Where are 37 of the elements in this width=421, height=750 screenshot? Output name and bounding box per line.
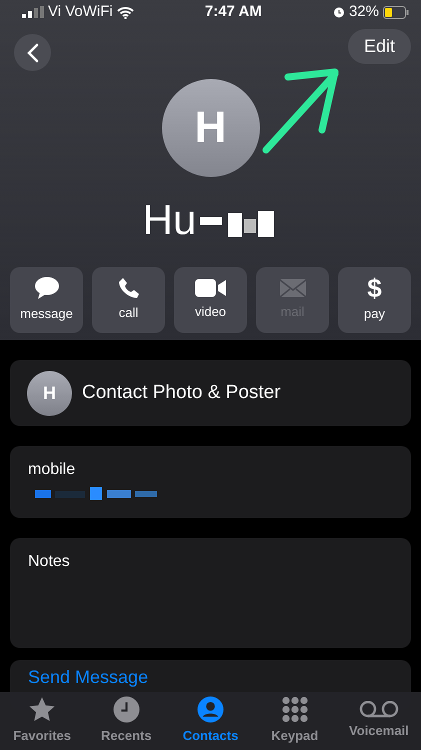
back-button[interactable]	[14, 34, 51, 71]
clock-icon	[112, 696, 140, 724]
field-label: mobile	[28, 460, 76, 480]
contact-avatar: H	[27, 370, 72, 416]
alarm-icon	[332, 6, 345, 18]
battery-percent: 32%	[348, 2, 379, 22]
back-icon	[26, 42, 38, 62]
phone-icon	[118, 277, 140, 300]
signal-icon	[22, 6, 44, 18]
speech-bubble-icon	[34, 276, 60, 300]
tab-bar-item[interactable]: Favorites	[0, 692, 84, 750]
keypad-icon	[280, 696, 309, 724]
action-button[interactable]: message	[10, 267, 83, 333]
contact-name: Hu	[142, 199, 196, 241]
video-camera-icon	[194, 278, 226, 298]
action-button[interactable]: $ pay	[338, 267, 411, 333]
battery-icon	[383, 6, 409, 18]
row-label: Contact Photo & Poster	[82, 380, 281, 405]
wifi-icon	[116, 6, 134, 18]
tab-bar-item[interactable]: Recents	[84, 692, 168, 750]
person-icon	[197, 696, 224, 724]
voicemail-icon	[358, 701, 399, 718]
envelope-icon	[278, 278, 306, 298]
clock-time: 7:47 AM	[204, 2, 262, 22]
tab-bar-item[interactable]: Contacts	[168, 692, 253, 750]
dollar-icon: $	[367, 276, 382, 300]
contact-photo-row[interactable]: H Contact Photo & Poster	[10, 360, 411, 426]
edit-button[interactable]: Edit	[348, 29, 411, 64]
star-icon	[28, 696, 56, 724]
contact-avatar: H	[162, 79, 260, 177]
field-label: Notes	[28, 552, 71, 572]
tab-bar-item[interactable]: Keypad	[252, 692, 337, 750]
action-button[interactable]: video	[174, 267, 247, 333]
carrier-name: Vi VoWiFi	[48, 2, 113, 22]
send-message-link[interactable]: Send Message	[28, 666, 148, 688]
action-button[interactable]: call	[92, 267, 165, 333]
tab-bar-item[interactable]: Voicemail	[336, 692, 421, 750]
